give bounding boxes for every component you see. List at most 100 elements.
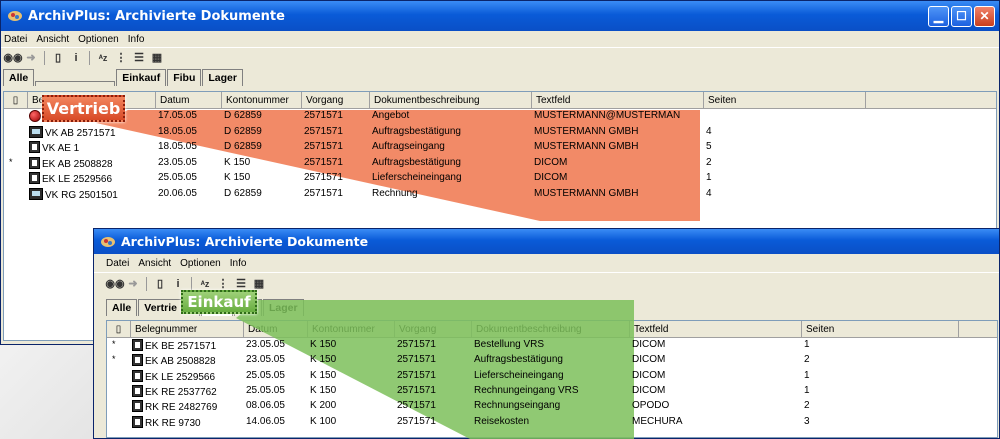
- list-icon[interactable]: ☰: [130, 50, 148, 66]
- table-row[interactable]: EK RE 2537762 25.05.05 K 150 2571571 Rechnun…: [106, 383, 998, 398]
- menu-ansicht[interactable]: Ansicht: [138, 258, 171, 269]
- column-textfeld[interactable]: Textfeld: [532, 92, 704, 109]
- arrow-right-icon[interactable]: ➜: [22, 50, 40, 66]
- scanner-document-icon: [29, 187, 43, 200]
- binoculars-icon[interactable]: ◉◉: [3, 50, 22, 66]
- cell-dokumentbeschreibung: Reisekosten: [474, 415, 530, 427]
- cell-vorgang: 2571571: [397, 400, 436, 412]
- title-bar[interactable]: ArchivPlus: Archivierte Dokumente: [94, 229, 999, 254]
- cell-textfeld: DICOM: [632, 354, 666, 366]
- column-vorgang[interactable]: Vorgang: [395, 321, 472, 338]
- column-belegnummer[interactable]: Belegnummer: [131, 321, 244, 338]
- column-textfeld[interactable]: Textfeld: [630, 321, 802, 338]
- menu-optionen[interactable]: Optionen: [180, 258, 221, 269]
- cell-dokumentbeschreibung: Rechnungeingang VRS: [474, 384, 579, 396]
- tab-einkauf[interactable]: Einkauf: [116, 69, 167, 86]
- menu-info[interactable]: Info: [230, 258, 247, 269]
- cell-seiten: 5: [706, 141, 712, 152]
- cell-vorgang: 2571571: [397, 354, 436, 366]
- toolbar-separator: [191, 276, 192, 291]
- row-marker: *: [112, 339, 116, 349]
- arrow-right-icon[interactable]: ➜: [124, 276, 142, 292]
- column-datum[interactable]: Datum: [244, 321, 308, 338]
- document-icon: [132, 384, 143, 397]
- cell-kontonummer: K 150: [310, 339, 337, 350]
- cell-textfeld: MUSTERMANN GMBH: [534, 141, 639, 152]
- column-datum[interactable]: Datum: [156, 92, 222, 109]
- attachment-icon[interactable]: ▯: [49, 50, 67, 66]
- tab-lager[interactable]: Lager: [263, 299, 304, 316]
- cell-seiten: 1: [804, 339, 810, 350]
- menu-datei[interactable]: Datei: [106, 258, 129, 269]
- cell-datum: 20.06.05: [158, 187, 197, 199]
- menu-optionen[interactable]: Optionen: [78, 34, 119, 45]
- sort-icon[interactable]: ᴬz: [94, 50, 112, 66]
- cell-datum: 23.05.05: [246, 354, 285, 366]
- column-seiten[interactable]: Seiten: [802, 321, 959, 338]
- menu-info[interactable]: Info: [128, 34, 145, 45]
- table-header: ▯ Belegnummer Datum Kontonummer Vorgang …: [4, 92, 996, 109]
- cell-kontonummer: D 62859: [224, 141, 262, 152]
- menu-bar: Datei Ansicht Optionen Info: [94, 254, 999, 272]
- cell-datum: 17.05.05: [158, 110, 197, 121]
- belegnummer-text: VK AE 1: [42, 143, 80, 154]
- minimize-button[interactable]: ▁: [928, 5, 949, 27]
- attachment-column-header[interactable]: ▯: [4, 92, 28, 109]
- column-kontonummer[interactable]: Kontonummer: [308, 321, 395, 338]
- cell-vorgang: 2571571: [304, 125, 343, 137]
- menu-bar: Datei Ansicht Optionen Info: [1, 31, 999, 47]
- menu-datei[interactable]: Datei: [4, 34, 27, 45]
- globe-document-icon: [29, 110, 41, 122]
- menu-ansicht[interactable]: Ansicht: [36, 34, 69, 45]
- cell-dokumentbeschreibung: Auftragsbestätigung: [372, 156, 461, 168]
- grid-icon[interactable]: ▦: [148, 50, 166, 66]
- cell-dokumentbeschreibung: Rechnung: [372, 187, 418, 199]
- table-row[interactable]: VK RG 2501501 20.06.05 D 62859 2571571 Rechn…: [3, 186, 997, 201]
- table-row[interactable]: VK AN17.05.05D 628592571571AngebotMUSTER…: [3, 108, 997, 123]
- cell-belegnummer: EK RE 2537762: [132, 383, 217, 398]
- cell-vorgang: 2571571: [397, 384, 436, 396]
- table-row[interactable]: * EK AB 2508828 23.05.05 K 150 2571571 Auftra…: [106, 352, 998, 367]
- cell-textfeld: MUSTERMANN GMBH: [534, 187, 639, 199]
- cell-datum: 08.06.05: [246, 400, 285, 412]
- maximize-button[interactable]: ☐: [951, 5, 972, 27]
- table-row[interactable]: EK LE 2529566 25.05.05 K 150 2571571 Liefers…: [3, 170, 997, 185]
- table-row[interactable]: VK AE 1 18.05.05 D 62859 2571571 Auftragsein…: [3, 139, 997, 154]
- attachment-column-header[interactable]: ▯: [107, 321, 131, 338]
- cell-kontonummer: K 200: [310, 400, 337, 412]
- info-icon[interactable]: i: [67, 50, 85, 66]
- column-kontonummer[interactable]: Kontonummer: [222, 92, 302, 109]
- cell-belegnummer: EK AB 2508828: [29, 155, 113, 170]
- document-icon: [29, 156, 40, 169]
- table-row[interactable]: * EK BE 2571571 23.05.05 K 150 2571571 Bestel…: [106, 337, 998, 352]
- tab-alle[interactable]: Alle: [106, 299, 138, 316]
- cell-dokumentbeschreibung: Rechnungseingang: [474, 400, 561, 412]
- table-row[interactable]: RK RE 9730 14.06.05 K 100 2571571 Reisekoste…: [106, 414, 998, 429]
- tab-vertrieb[interactable]: [35, 81, 116, 86]
- table-row[interactable]: VK AB 2571571 18.05.05 D 62859 2571571 Auftr…: [3, 124, 997, 139]
- table-row[interactable]: * EK AB 2508828 23.05.05 K 150 2571571 Auftra…: [3, 155, 997, 170]
- column-dokumentbeschreibung[interactable]: Dokumentbeschreibung: [472, 321, 630, 338]
- close-button[interactable]: ✕: [974, 5, 995, 27]
- cell-vorgang: 2571571: [304, 141, 343, 152]
- column-vorgang[interactable]: Vorgang: [302, 92, 370, 109]
- binoculars-icon[interactable]: ◉◉: [105, 276, 124, 292]
- tab-fibu[interactable]: Fibu: [167, 69, 202, 86]
- tab-lager[interactable]: Lager: [202, 69, 243, 86]
- cell-seiten: 3: [804, 415, 810, 427]
- attachment-icon[interactable]: ▯: [151, 276, 169, 292]
- window-title: ArchivPlus: Archivierte Dokumente: [121, 234, 369, 249]
- table-row[interactable]: EK LE 2529566 25.05.05 K 150 2571571 Liefers…: [106, 368, 998, 383]
- cell-datum: 18.05.05: [158, 125, 197, 137]
- tree-icon[interactable]: ⋮: [112, 50, 130, 66]
- cell-seiten: 4: [706, 187, 712, 199]
- cell-datum: 25.05.05: [246, 384, 285, 396]
- cell-textfeld: DICOM: [632, 369, 666, 381]
- belegnummer-text: EK BE 2571571: [145, 341, 217, 352]
- column-seiten[interactable]: Seiten: [704, 92, 866, 109]
- column-dokumentbeschreibung[interactable]: Dokumentbeschreibung: [370, 92, 532, 109]
- title-bar[interactable]: ArchivPlus: Archivierte Dokumente ▁ ☐ ✕: [1, 1, 999, 31]
- table-row[interactable]: RK RE 2482769 08.06.05 K 200 2571571 Rechnun…: [106, 398, 998, 413]
- tab-alle[interactable]: Alle: [3, 69, 35, 86]
- cell-textfeld: MUSTERMANN GMBH: [534, 125, 639, 137]
